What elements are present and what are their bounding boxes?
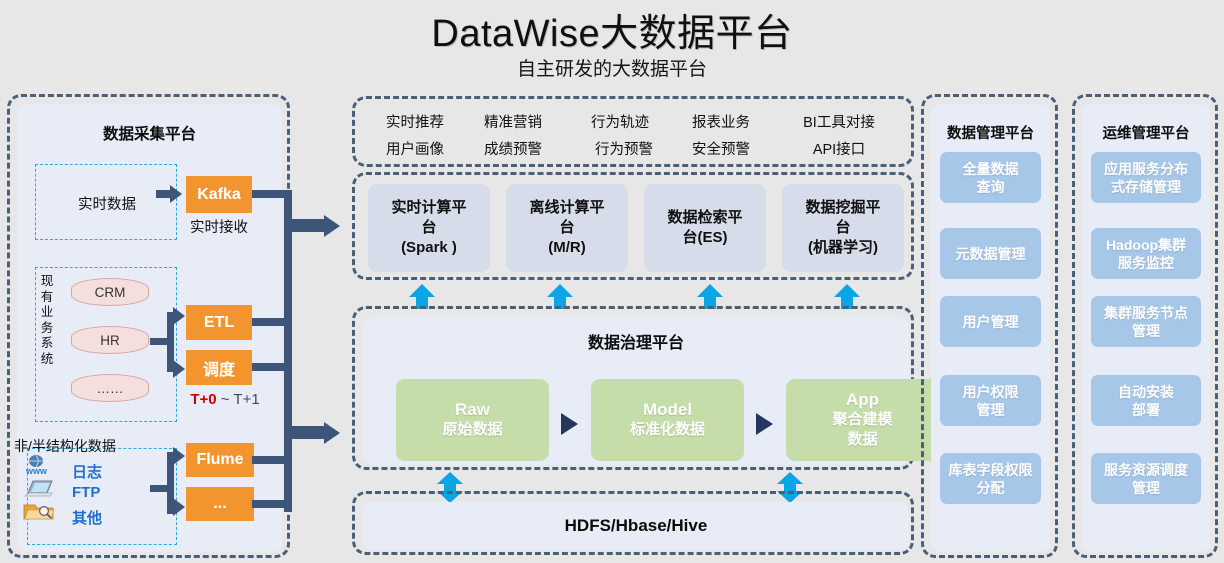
arrow-raw-to-model	[561, 413, 578, 435]
stage-desc: 原始数据	[442, 421, 503, 438]
ops-item-hadoop-monitor[interactable]: Hadoop集群 服务监控	[1091, 228, 1201, 279]
governance-stage-app[interactable]: App 聚合建模 数据	[786, 379, 939, 461]
stage-desc: 聚合建模 数据	[832, 411, 893, 448]
source-cylinder-label: CRM	[94, 285, 126, 300]
flume-more-node[interactable]: ...	[186, 487, 254, 521]
stage-name: Raw	[455, 400, 490, 419]
ops-item-distributed-storage[interactable]: 应用服务分布 式存储管理	[1091, 152, 1201, 203]
app-item[interactable]: 精准营销	[463, 111, 563, 132]
governance-title: 数据治理平台	[587, 335, 684, 352]
compute-box-search[interactable]: 数据检索平 台(ES)	[644, 184, 766, 272]
tplus-red: T+0	[190, 391, 217, 408]
ops-item-cluster-node[interactable]: 集群服务节点 管理	[1091, 296, 1201, 347]
arrow-to-scheduler	[173, 360, 185, 378]
app-item[interactable]: 报表业务	[671, 111, 771, 132]
mgmt-item-user-management[interactable]: 用户管理	[940, 296, 1041, 347]
source-cylinder-label: ……	[96, 381, 124, 396]
app-item[interactable]: 实时推荐	[367, 111, 463, 132]
app-item[interactable]: 安全预警	[671, 138, 771, 159]
kafka-caption: 实时接收	[190, 220, 248, 236]
app-item[interactable]: API接口	[775, 138, 903, 159]
compute-box-mining[interactable]: 数据挖掘平台 (机器学习)	[782, 184, 904, 272]
stage-name: Model	[642, 400, 693, 419]
kafka-node[interactable]: Kafka	[186, 176, 252, 213]
unstructured-item-log: 日志	[72, 464, 103, 481]
etl-node[interactable]: ETL	[186, 305, 252, 340]
unstructured-item-ftp: FTP	[72, 484, 101, 501]
folder-search-icon	[23, 504, 55, 520]
mgmt-item-table-field-permission[interactable]: 库表字段权限 分配	[940, 453, 1041, 504]
ops-item-resource-schedule[interactable]: 服务资源调度 管理	[1091, 453, 1201, 504]
laptop-icon	[23, 480, 53, 497]
app-item[interactable]: 行为轨迹	[567, 111, 673, 132]
ops-management-title: 运维管理平台	[1102, 126, 1190, 142]
governance-stage-model[interactable]: Model 标准化数据	[591, 379, 744, 461]
mgmt-item-metadata[interactable]: 元数据管理	[940, 228, 1041, 279]
arrow-to-flume-more	[173, 498, 185, 516]
bus-to-compute	[292, 219, 326, 232]
unstructured-title: 非/半结构化数据	[14, 438, 116, 454]
compute-layer-panel: 实时计算平台 (Spark ) 离线计算平台 (M/R) 数据检索平 台(ES) 数据…	[352, 172, 914, 280]
data-collection-title: 数据采集平台	[102, 126, 196, 143]
app-item[interactable]: 成绩预警	[463, 138, 563, 159]
arrow-to-governance	[324, 422, 340, 444]
page-subtitle: 自主研发的大数据平台	[516, 59, 707, 80]
arrow-model-to-app	[756, 413, 773, 435]
ops-management-panel: 运维管理平台 应用服务分布 式存储管理 Hadoop集群 服务监控 集群服务节点 管理…	[1072, 94, 1218, 558]
unstructured-item-other: 其他	[72, 510, 103, 527]
arrow-to-kafka	[170, 185, 182, 203]
scheduler-node[interactable]: 调度	[186, 350, 252, 385]
data-management-title: 数据管理平台	[947, 126, 1034, 142]
mgmt-item-full-data-query[interactable]: 全量数据 查询	[940, 152, 1041, 203]
compute-box-offline[interactable]: 离线计算平台 (M/R)	[506, 184, 628, 272]
bus-to-governance	[292, 426, 326, 439]
governance-inner: 数据治理平台 Raw 原始数据 Model 标准化数据 App 聚合建模 数据	[363, 317, 939, 465]
stage-desc: 标准化数据	[629, 421, 705, 438]
storage-panel: HDFS/Hbase/Hive	[352, 491, 914, 555]
ops-item-auto-deploy[interactable]: 自动安装 部署	[1091, 375, 1201, 426]
flume-node[interactable]: Flume	[186, 443, 254, 477]
source-cylinder-other: ……	[71, 374, 149, 402]
application-layer-panel: 实时推荐 精准营销 行为轨迹 报表业务 BI工具对接 用户画像 成绩预警 行为预…	[352, 96, 914, 167]
governance-panel: 数据治理平台 Raw 原始数据 Model 标准化数据 App 聚合建模 数据	[352, 306, 939, 470]
data-management-panel: 数据管理平台 全量数据 查询 元数据管理 用户管理 用户权限 管理 库表字段权限 分配	[921, 94, 1058, 558]
stage-name: App	[845, 390, 880, 409]
app-item[interactable]: BI工具对接	[775, 111, 903, 132]
main-bus-vertical	[284, 190, 292, 512]
svg-text:www: www	[25, 466, 48, 475]
data-management-inner: 数据管理平台 全量数据 查询 元数据管理 用户管理 用户权限 管理 库表字段权限 分配	[931, 104, 1050, 552]
source-cylinder-label: HR	[100, 333, 120, 348]
ops-management-inner: 运维管理平台 应用服务分布 式存储管理 Hadoop集群 服务监控 集群服务节点 管理…	[1082, 104, 1210, 552]
tplus-rest: ~ T+1	[216, 391, 260, 408]
source-cylinder-hr: HR	[71, 326, 149, 354]
app-item[interactable]: 行为预警	[571, 138, 677, 159]
business-systems-label: 现有业务系统	[40, 274, 54, 366]
arrow-to-flume	[173, 447, 185, 465]
app-item[interactable]: 用户画像	[367, 138, 463, 159]
storage-label: HDFS/Hbase/Hive	[363, 502, 909, 550]
mgmt-item-user-permission[interactable]: 用户权限 管理	[940, 375, 1041, 426]
governance-stage-raw[interactable]: Raw 原始数据	[396, 379, 549, 461]
compute-box-realtime[interactable]: 实时计算平台 (Spark )	[368, 184, 490, 272]
realtime-source-box: 实时数据	[35, 164, 177, 240]
globe-www-icon: www	[25, 455, 48, 475]
arrow-to-compute	[324, 215, 340, 237]
tplus-latency-label: T+0 ~ T+1	[160, 391, 290, 408]
source-cylinder-crm: CRM	[71, 278, 149, 306]
page-title: DataWise大数据平台	[431, 13, 793, 55]
arrow-to-etl	[173, 307, 185, 325]
